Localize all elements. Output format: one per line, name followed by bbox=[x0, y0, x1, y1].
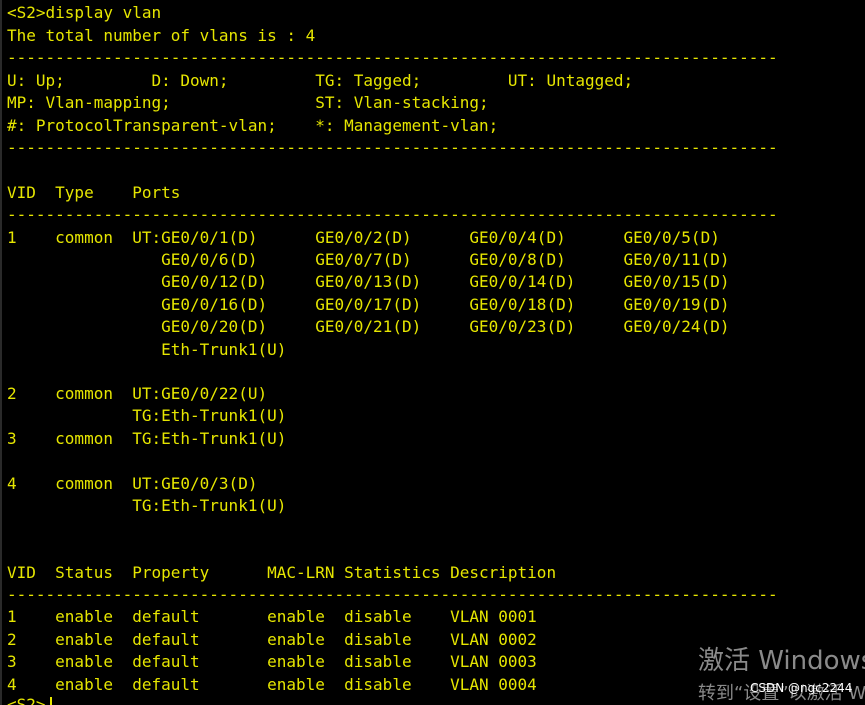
ports-table-row: GE0/0/12(D) GE0/0/13(D) GE0/0/14(D) GE0/… bbox=[7, 272, 730, 291]
ports-table-row: Eth-Trunk1(U) bbox=[7, 340, 287, 359]
csdn-watermark: CSDN @ngc2244 bbox=[750, 681, 853, 695]
ports-table-header: VID Type Ports bbox=[7, 183, 181, 202]
legend-line: #: ProtocolTransparent-vlan; *: Manageme… bbox=[7, 116, 499, 135]
separator-line: ----------------------------------------… bbox=[7, 138, 778, 157]
separator-line: ----------------------------------------… bbox=[7, 585, 778, 604]
command-prompt-line: <S2>display vlan bbox=[7, 3, 162, 22]
ports-table-row: 2 common UT:GE0/0/22(U) bbox=[7, 384, 268, 403]
legend-line: MP: Vlan-mapping; ST: Vlan-stacking; bbox=[7, 93, 489, 112]
windows-activation-title: 激活 Windows bbox=[698, 646, 865, 676]
vlan-count-line: The total number of vlans is : 4 bbox=[7, 26, 316, 45]
status-table-row: 1 enable default enable disable VLAN 000… bbox=[7, 607, 537, 626]
separator-line: ----------------------------------------… bbox=[7, 48, 778, 67]
ports-table-row: GE0/0/6(D) GE0/0/7(D) GE0/0/8(D) GE0/0/1… bbox=[7, 250, 730, 269]
ports-table-row: TG:Eth-Trunk1(U) bbox=[7, 496, 287, 515]
legend-line: U: Up; D: Down; TG: Tagged; UT: Untagged… bbox=[7, 71, 634, 90]
status-table-row: 2 enable default enable disable VLAN 000… bbox=[7, 630, 537, 649]
ports-table-row: 4 common UT:GE0/0/3(D) bbox=[7, 474, 258, 493]
ports-table-row: 3 common TG:Eth-Trunk1(U) bbox=[7, 429, 287, 448]
status-table-row: 3 enable default enable disable VLAN 000… bbox=[7, 652, 537, 671]
terminal-window[interactable]: <S2>display vlan The total number of vla… bbox=[0, 0, 865, 705]
text-cursor bbox=[50, 697, 52, 705]
command-prompt-line: <S2> bbox=[7, 695, 46, 705]
ports-table-row: GE0/0/20(D) GE0/0/21(D) GE0/0/23(D) GE0/… bbox=[7, 317, 730, 336]
status-table-header: VID Status Property MAC-LRN Statistics D… bbox=[7, 563, 557, 582]
status-table-row: 4 enable default enable disable VLAN 000… bbox=[7, 675, 537, 694]
ports-table-row: GE0/0/16(D) GE0/0/17(D) GE0/0/18(D) GE0/… bbox=[7, 295, 730, 314]
separator-line: ----------------------------------------… bbox=[7, 205, 778, 224]
ports-table-row: TG:Eth-Trunk1(U) bbox=[7, 406, 287, 425]
ports-table-row: 1 common UT:GE0/0/1(D) GE0/0/2(D) GE0/0/… bbox=[7, 228, 720, 247]
